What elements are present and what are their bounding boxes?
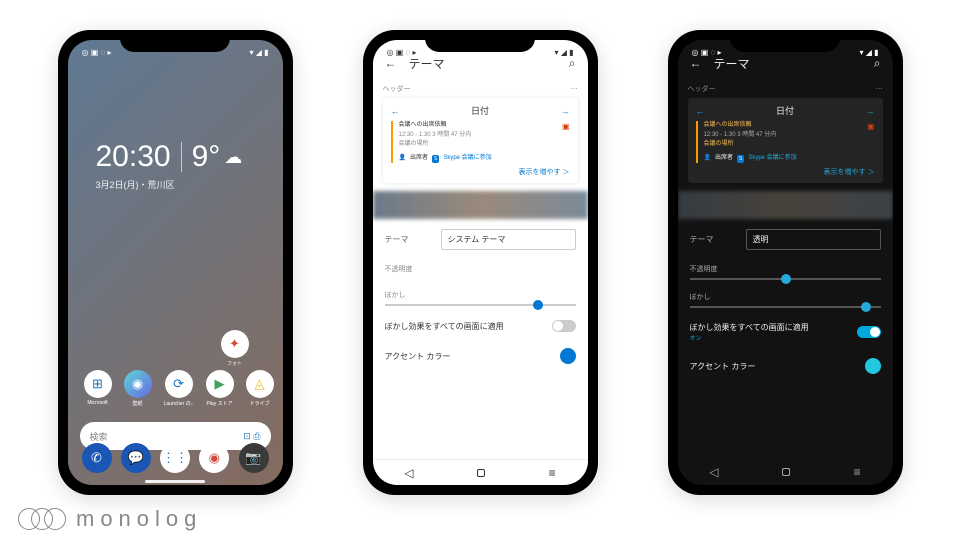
meeting-title: 会議への出席依頼 [399, 121, 570, 131]
wallpaper-strip [678, 191, 893, 219]
search-action-icons[interactable]: ⊡ ⎙ [243, 431, 260, 442]
blur-label: ぼかし [690, 292, 881, 302]
skype-link[interactable]: Skype 会議に参加 [748, 154, 796, 164]
app-launcher[interactable]: ⟳Launcher の.. [164, 370, 194, 407]
blur-all-sub: オン [690, 333, 809, 342]
accent-swatch[interactable] [560, 348, 576, 364]
nav-recent-icon[interactable]: ≡ [854, 465, 861, 479]
nav-recent-icon[interactable]: ≡ [549, 466, 556, 480]
theme-label: テーマ [690, 234, 738, 245]
nav-home-pill[interactable] [145, 480, 205, 483]
notch [120, 30, 230, 52]
chevron-left-icon[interactable]: ← [696, 106, 705, 116]
chevron-right-icon[interactable]: → [865, 106, 874, 116]
blur-slider[interactable] [690, 306, 881, 308]
play-icon: ▶ [206, 370, 234, 398]
notch [730, 30, 840, 52]
wallpaper-icon: ◉ [124, 370, 152, 398]
blur-all-toggle[interactable] [552, 320, 576, 332]
meeting-time: 12:30 - 1:30 3 時間 47 分内 [399, 131, 570, 141]
meeting-place: 会議の場所 [704, 140, 875, 150]
phone-home: ◎ ▣ ◌ ▸ ▾ ◢ ▮ 20:30 9° ☁ 3月2日(月)・荒川区 [58, 30, 293, 495]
skype-icon: S [432, 155, 439, 163]
app-play[interactable]: ▶Play ストア [206, 370, 234, 407]
temp-value: 9° [192, 140, 221, 174]
brand-name: monolog [76, 506, 202, 532]
theme-dropdown[interactable]: システム テーマ [441, 229, 576, 250]
nav-home-icon[interactable] [782, 468, 790, 476]
preview-heading: ヘッダー [688, 84, 716, 94]
dock-chrome[interactable]: ◉ [199, 443, 229, 473]
nav-back-icon[interactable]: ◁ [404, 466, 413, 480]
person-icon: 👤 [399, 154, 406, 164]
brand: monolog [18, 506, 202, 532]
chevron-right-icon[interactable]: → [560, 106, 569, 116]
preview-card: ← 日付 → ▣ 会議への出席依頼 12:30 - 1:30 3 時間 47 分… [688, 98, 883, 183]
app-photos[interactable]: ✦ フォト [219, 330, 251, 367]
app-wallpaper[interactable]: ◉壁紙 [124, 370, 152, 407]
launcher-icon: ⟳ [165, 370, 193, 398]
nav-back-icon[interactable]: ◁ [709, 465, 718, 479]
accent-label: アクセント カラー [385, 351, 451, 362]
microsoft-icon: ⊞ [84, 370, 112, 398]
show-more[interactable]: 表示を増やす ＞ [391, 167, 570, 177]
accent-label: アクセント カラー [690, 361, 756, 372]
office-icon: ▣ [867, 121, 875, 134]
blur-label: ぼかし [385, 290, 576, 300]
more-icon[interactable]: ⋯ [571, 85, 578, 93]
office-icon: ▣ [562, 121, 570, 134]
divider [181, 142, 182, 172]
theme-label: テーマ [385, 234, 433, 245]
attendee-label: 出席者 [715, 154, 733, 164]
attendee-label: 出席者 [410, 154, 428, 164]
phone-theme-light: ◎ ▣ ◌ ▸ ▾ ◢ ▮ ← テーマ ⌕ ヘッダー ⋯ [363, 30, 598, 495]
preview-heading: ヘッダー [383, 84, 411, 94]
blur-all-toggle[interactable] [857, 326, 881, 338]
skype-link[interactable]: Skype 会議に参加 [443, 154, 491, 164]
meeting-time: 12:30 - 1:30 3 時間 47 分内 [704, 131, 875, 141]
opacity-label: 不透明度 [690, 264, 881, 274]
clock-time: 20:30 [96, 140, 171, 174]
accent-swatch[interactable] [865, 358, 881, 374]
clock-widget[interactable]: 20:30 9° ☁ 3月2日(月)・荒川区 [96, 140, 243, 191]
brand-logo-icon [18, 508, 66, 530]
preview-card: ← 日付 → ▣ 会議への出席依頼 12:30 - 1:30 3 時間 47 分… [383, 98, 578, 183]
dock-camera[interactable]: 📷 [239, 443, 269, 473]
nav-bar-dark: ◁ ≡ [678, 459, 893, 485]
app-drive[interactable]: ◬ドライブ [246, 370, 274, 407]
phone-theme-dark: ◎ ▣ ◌ ▸ ▾ ◢ ▮ ← テーマ ⌕ ヘッダー ⋯ [668, 30, 903, 495]
meeting-place: 会議の場所 [399, 140, 570, 150]
meeting-title: 会議への出席依頼 [704, 121, 875, 131]
dock-messages[interactable]: 💬 [121, 443, 151, 473]
more-icon[interactable]: ⋯ [876, 85, 883, 93]
dock: ✆ 💬 ⋮⋮ ◉ 📷 [82, 443, 269, 473]
blur-all-label: ぼかし効果をすべての画面に適用 [385, 321, 504, 332]
opacity-slider[interactable] [690, 278, 881, 280]
dock-phone[interactable]: ✆ [82, 443, 112, 473]
blur-all-label: ぼかし効果をすべての画面に適用 [690, 322, 809, 333]
chevron-left-icon[interactable]: ← [391, 106, 400, 116]
card-title: 日付 [776, 104, 794, 117]
show-more[interactable]: 表示を増やす ＞ [696, 167, 875, 177]
opacity-label: 不透明度 [385, 264, 576, 274]
weather-cloud-icon: ☁ [224, 147, 242, 168]
nav-home-icon[interactable] [477, 469, 485, 477]
person-icon: 👤 [704, 154, 711, 164]
skype-icon: S [737, 155, 744, 163]
dock-apps[interactable]: ⋮⋮ [160, 443, 190, 473]
theme-dropdown[interactable]: 透明 [746, 229, 881, 250]
app-microsoft[interactable]: ⊞Microsoft [84, 370, 112, 407]
notch [425, 30, 535, 52]
card-title: 日付 [471, 104, 489, 117]
date-location: 3月2日(月)・荒川区 [96, 178, 243, 191]
drive-icon: ◬ [246, 370, 274, 398]
wallpaper-strip [373, 191, 588, 219]
nav-bar-light: ◁ ≡ [373, 459, 588, 485]
blur-slider[interactable] [385, 304, 576, 306]
search-placeholder: 検索 [90, 430, 108, 443]
